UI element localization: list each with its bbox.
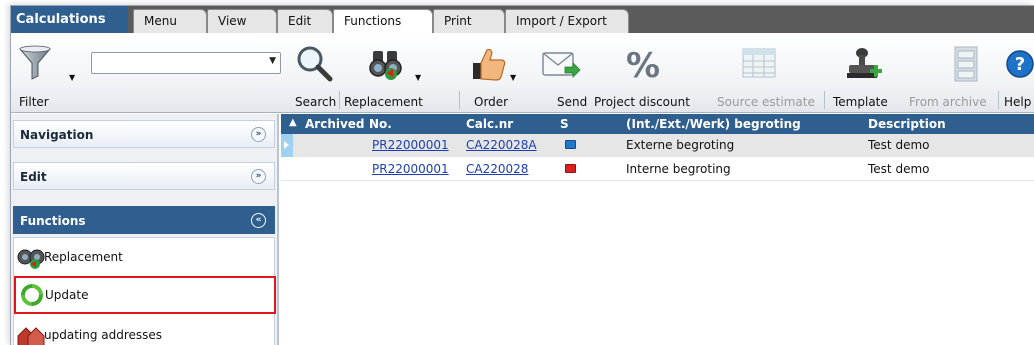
function-item-replacement[interactable]: Replacement xyxy=(14,238,276,276)
cell-begroting: Interne begroting xyxy=(626,162,731,176)
separator xyxy=(459,91,460,109)
help-icon: ? xyxy=(1006,50,1034,78)
cell-no[interactable]: PR22000001 xyxy=(372,162,449,176)
from-archive-label: From archive xyxy=(909,95,987,109)
filter-input[interactable]: ▼ xyxy=(91,52,281,74)
svg-text:%: % xyxy=(626,46,660,83)
envelope-icon xyxy=(542,52,581,78)
thumbs-up-icon xyxy=(473,48,506,81)
cell-no[interactable]: PR22000001 xyxy=(372,138,449,152)
filter-label: Filter xyxy=(19,95,49,109)
template-label: Template xyxy=(833,95,888,109)
panel-title: Edit xyxy=(20,170,47,184)
chevron-down-icon[interactable]: » xyxy=(251,127,266,142)
tab-strip: Calculations Menu View Edit Functions Pr… xyxy=(11,6,1034,34)
chevron-down-icon: ▼ xyxy=(415,73,422,82)
panel-edit[interactable]: Edit » xyxy=(13,162,275,190)
tab-view[interactable]: View xyxy=(207,9,277,33)
panel-title: Navigation xyxy=(20,128,94,142)
source-estimate-label: Source estimate xyxy=(717,95,815,109)
app-window: Calculations Menu View Edit Functions Pr… xyxy=(10,5,1034,345)
binoculars-icon xyxy=(369,51,402,80)
functions-list: Replacement Update updating addresses xyxy=(13,237,276,345)
cell-description: Test demo xyxy=(868,162,930,176)
panel-navigation[interactable]: Navigation » xyxy=(13,120,275,148)
addresses-icon xyxy=(17,327,45,345)
spreadsheet-icon xyxy=(742,48,776,78)
svg-text:?: ? xyxy=(1015,54,1025,75)
column-header-calc-nr[interactable]: Calc.nr xyxy=(466,117,513,131)
help-label: Help xyxy=(1004,95,1032,109)
ribbon-toolbar: ▼ Filter ▼ Search ▼ Replacement ▼ Order … xyxy=(11,33,1034,113)
column-header-status[interactable]: S xyxy=(560,117,569,131)
cell-calc-nr[interactable]: CA220028A xyxy=(466,138,537,152)
project-discount-label: Project discount xyxy=(594,95,690,109)
column-header-archived[interactable]: Archived xyxy=(305,117,365,131)
tab-menu[interactable]: Menu xyxy=(133,9,207,33)
binoculars-icon xyxy=(17,249,45,269)
function-item-update[interactable]: Update xyxy=(14,276,276,314)
panel-functions[interactable]: Functions « xyxy=(13,206,275,234)
tab-functions[interactable]: Functions xyxy=(333,9,433,34)
function-item-label: updating addresses xyxy=(44,328,163,342)
cell-calc-nr[interactable]: CA220028 xyxy=(466,162,528,176)
funnel-icon xyxy=(19,45,51,80)
cell-begroting: Externe begroting xyxy=(626,138,735,152)
function-item-updating-addresses[interactable]: updating addresses xyxy=(14,316,276,345)
chevron-down-icon: ▼ xyxy=(69,73,76,82)
tab-print[interactable]: Print xyxy=(433,9,505,33)
status-indicator xyxy=(565,164,576,173)
column-header-description[interactable]: Description xyxy=(868,117,946,131)
chevron-down-icon[interactable]: » xyxy=(251,169,266,184)
cell-description: Test demo xyxy=(868,138,930,152)
table-row[interactable]: PR22000001 CA220028 Interne begroting Te… xyxy=(281,158,1034,181)
order-label: Order xyxy=(474,95,509,109)
row-indicator xyxy=(281,134,293,157)
stamp-icon xyxy=(847,48,882,78)
cabinet-icon xyxy=(954,46,978,82)
grid-header: ▲ Archived No. Calc.nr S (Int./Ext./Werk… xyxy=(281,114,1034,134)
panel-title: Functions xyxy=(20,214,86,228)
app-title: Calculations xyxy=(11,6,128,33)
chevron-down-icon: ▼ xyxy=(269,56,276,66)
replacement-label: Replacement xyxy=(344,95,423,109)
separator xyxy=(998,91,999,109)
send-label: Send xyxy=(557,95,588,109)
tab-edit[interactable]: Edit xyxy=(277,9,333,33)
percent-icon: % xyxy=(626,46,660,83)
separator xyxy=(339,91,340,109)
chevron-up-icon[interactable]: « xyxy=(251,213,266,228)
status-indicator xyxy=(565,140,576,149)
function-item-label: Update xyxy=(45,288,89,302)
search-label: Search xyxy=(295,95,337,109)
table-row[interactable]: PR22000001 CA220028A Externe begroting T… xyxy=(281,134,1034,157)
column-header-no[interactable]: No. xyxy=(369,117,392,131)
sort-asc-icon: ▲ xyxy=(289,117,297,128)
separator xyxy=(824,91,825,109)
calculations-grid: ▲ Archived No. Calc.nr S (Int./Ext./Werk… xyxy=(281,114,1034,345)
refresh-icon xyxy=(21,284,43,306)
function-item-label: Replacement xyxy=(44,250,123,264)
chevron-down-icon: ▼ xyxy=(510,73,517,82)
tab-import-export[interactable]: Import / Export xyxy=(505,9,629,33)
column-header-begroting[interactable]: (Int./Ext./Werk) begroting xyxy=(626,117,801,131)
magnifier-icon xyxy=(297,46,333,82)
sidebar: Navigation » Edit » Functions « Replacem xyxy=(11,114,279,345)
